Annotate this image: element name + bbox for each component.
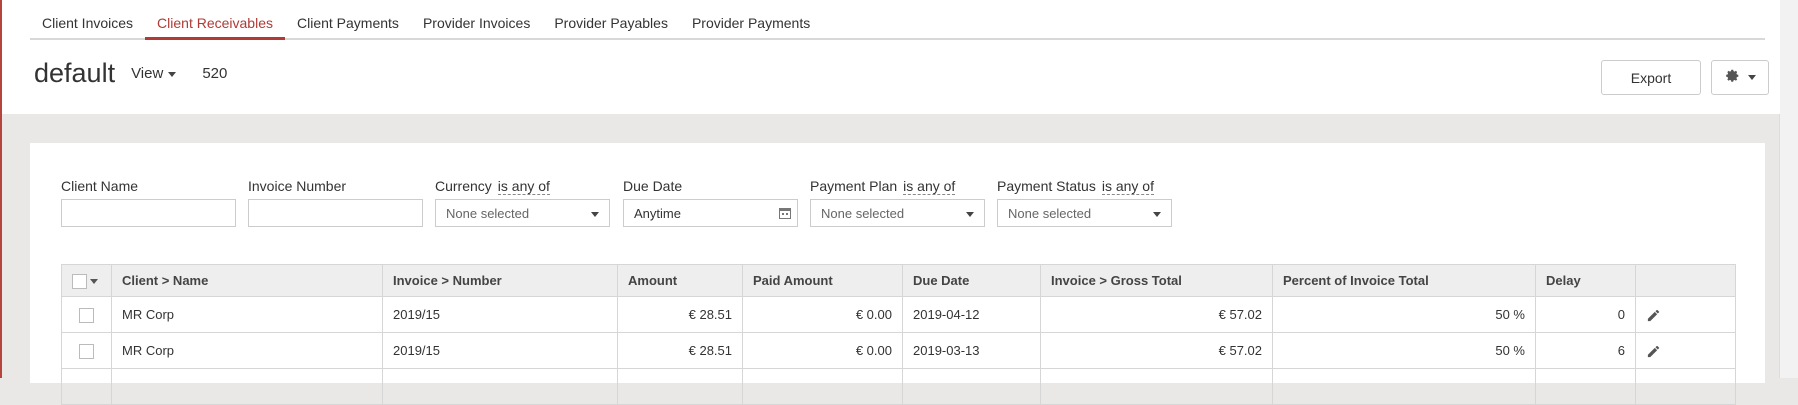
- cell-gross-total: € 57.02: [1040, 296, 1273, 333]
- title-row: default View 520: [34, 58, 227, 89]
- page-title: default: [34, 58, 116, 88]
- row-actions-cell: [1635, 296, 1736, 333]
- scrollbar-gutter[interactable]: [1779, 0, 1798, 378]
- cell-paid-amount: € 0.00: [742, 296, 903, 333]
- column-header-paid-amount[interactable]: Paid Amount: [742, 264, 903, 297]
- payment-plan-operator[interactable]: is any of: [903, 178, 956, 195]
- table-header-row: Client > Name Invoice > Number Amount Pa…: [61, 264, 1736, 297]
- currency-select-value: None selected: [446, 205, 530, 221]
- cell-amount: [617, 368, 743, 405]
- column-header-due-date[interactable]: Due Date: [902, 264, 1041, 297]
- tab-client-payments[interactable]: Client Payments: [285, 0, 411, 38]
- chevron-down-icon: [966, 212, 974, 217]
- filter-payment-status: Payment Status is any of None selected: [997, 178, 1172, 227]
- tab-provider-invoices[interactable]: Provider Invoices: [411, 0, 542, 38]
- client-name-input[interactable]: [61, 199, 236, 227]
- pencil-icon[interactable]: [1646, 342, 1661, 357]
- top-bar: Client Invoices Client Receivables Clien…: [2, 0, 1780, 114]
- table-row: MR Corp 2019/15 € 28.51 € 0.00 2019-03-1…: [61, 332, 1736, 369]
- cell-due-date: 2019-04-12: [902, 296, 1041, 333]
- column-header-client-name[interactable]: Client > Name: [111, 264, 383, 297]
- row-select-cell: [61, 368, 112, 405]
- column-header-percent-total[interactable]: Percent of Invoice Total: [1272, 264, 1536, 297]
- chevron-down-icon[interactable]: [90, 278, 98, 284]
- filter-payment-plan: Payment Plan is any of None selected: [810, 178, 985, 227]
- cell-delay: [1535, 368, 1636, 405]
- payment-plan-select-value: None selected: [821, 205, 905, 221]
- cell-gross-total: € 57.02: [1040, 332, 1273, 369]
- receivables-table: Client > Name Invoice > Number Amount Pa…: [61, 264, 1736, 405]
- due-date-value: Anytime: [634, 205, 681, 221]
- tab-provider-payments[interactable]: Provider Payments: [680, 0, 822, 38]
- cell-invoice-number: 2019/15: [382, 296, 618, 333]
- payment-status-select-value: None selected: [1008, 205, 1092, 221]
- payment-status-operator[interactable]: is any of: [1101, 178, 1154, 195]
- table-row: MR Corp 2019/15 € 28.51 € 0.00 2019-04-1…: [61, 296, 1736, 333]
- row-actions-cell: [1635, 368, 1736, 405]
- cell-amount: € 28.51: [617, 296, 743, 333]
- currency-operator[interactable]: is any of: [497, 178, 550, 195]
- tab-client-invoices[interactable]: Client Invoices: [30, 0, 145, 38]
- table-row: [61, 368, 1736, 405]
- row-select-cell: [61, 332, 112, 369]
- filter-invoice-number: Invoice Number: [248, 178, 423, 227]
- record-count: 520: [202, 65, 228, 82]
- chevron-down-icon: [168, 71, 177, 77]
- payment-plan-label: Payment Plan: [810, 178, 898, 194]
- payment-status-select[interactable]: None selected: [997, 199, 1172, 227]
- chevron-down-icon: [591, 212, 599, 217]
- view-dropdown-label: View: [131, 65, 164, 82]
- calendar-icon[interactable]: [779, 207, 791, 219]
- currency-label: Currency: [435, 178, 492, 194]
- client-name-label: Client Name: [61, 178, 139, 194]
- view-dropdown[interactable]: View: [131, 65, 177, 82]
- cell-client-name: MR Corp: [111, 296, 383, 333]
- cell-invoice-number: [382, 368, 618, 405]
- column-header-amount[interactable]: Amount: [617, 264, 743, 297]
- cell-client-name: [111, 368, 383, 405]
- tab-client-receivables[interactable]: Client Receivables: [145, 0, 285, 40]
- cell-paid-amount: € 0.00: [742, 332, 903, 369]
- column-header-gross-total[interactable]: Invoice > Gross Total: [1040, 264, 1273, 297]
- row-checkbox[interactable]: [79, 307, 94, 323]
- select-all-checkbox[interactable]: [72, 273, 87, 289]
- pencil-icon[interactable]: [1646, 306, 1661, 321]
- due-date-label: Due Date: [623, 178, 683, 194]
- filter-currency: Currency is any of None selected: [435, 178, 610, 227]
- column-header-invoice-number[interactable]: Invoice > Number: [382, 264, 618, 297]
- cell-percent-total: 50 %: [1272, 332, 1536, 369]
- column-header-actions: [1635, 264, 1736, 297]
- payment-plan-select[interactable]: None selected: [810, 199, 985, 227]
- cell-paid-amount: [742, 368, 903, 405]
- cell-amount: € 28.51: [617, 332, 743, 369]
- settings-dropdown-button[interactable]: [1711, 60, 1769, 95]
- tab-bar: Client Invoices Client Receivables Clien…: [30, 0, 1765, 40]
- cell-due-date: [902, 368, 1041, 405]
- invoice-number-input[interactable]: [248, 199, 423, 227]
- cell-invoice-number: 2019/15: [382, 332, 618, 369]
- select-all-header[interactable]: [61, 264, 112, 297]
- cell-delay: 6: [1535, 332, 1636, 369]
- row-actions-cell: [1635, 332, 1736, 369]
- column-header-delay[interactable]: Delay: [1535, 264, 1636, 297]
- cell-percent-total: 50 %: [1272, 296, 1536, 333]
- cell-due-date: 2019-03-13: [902, 332, 1041, 369]
- cell-gross-total: [1040, 368, 1273, 405]
- export-button[interactable]: Export: [1601, 60, 1701, 95]
- due-date-input[interactable]: Anytime: [623, 199, 798, 227]
- row-checkbox[interactable]: [79, 343, 94, 359]
- chevron-down-icon: [1153, 212, 1161, 217]
- payment-status-label: Payment Status: [997, 178, 1096, 194]
- filter-due-date: Due Date Anytime: [623, 178, 798, 227]
- cell-percent-total: [1272, 368, 1536, 405]
- tab-provider-payables[interactable]: Provider Payables: [542, 0, 680, 38]
- gear-icon: [1724, 68, 1740, 87]
- currency-select[interactable]: None selected: [435, 199, 610, 227]
- cell-client-name: MR Corp: [111, 332, 383, 369]
- chevron-down-icon: [1748, 75, 1756, 80]
- cell-delay: 0: [1535, 296, 1636, 333]
- filter-client-name: Client Name: [61, 178, 236, 227]
- invoice-number-label: Invoice Number: [248, 178, 347, 194]
- row-select-cell: [61, 296, 112, 333]
